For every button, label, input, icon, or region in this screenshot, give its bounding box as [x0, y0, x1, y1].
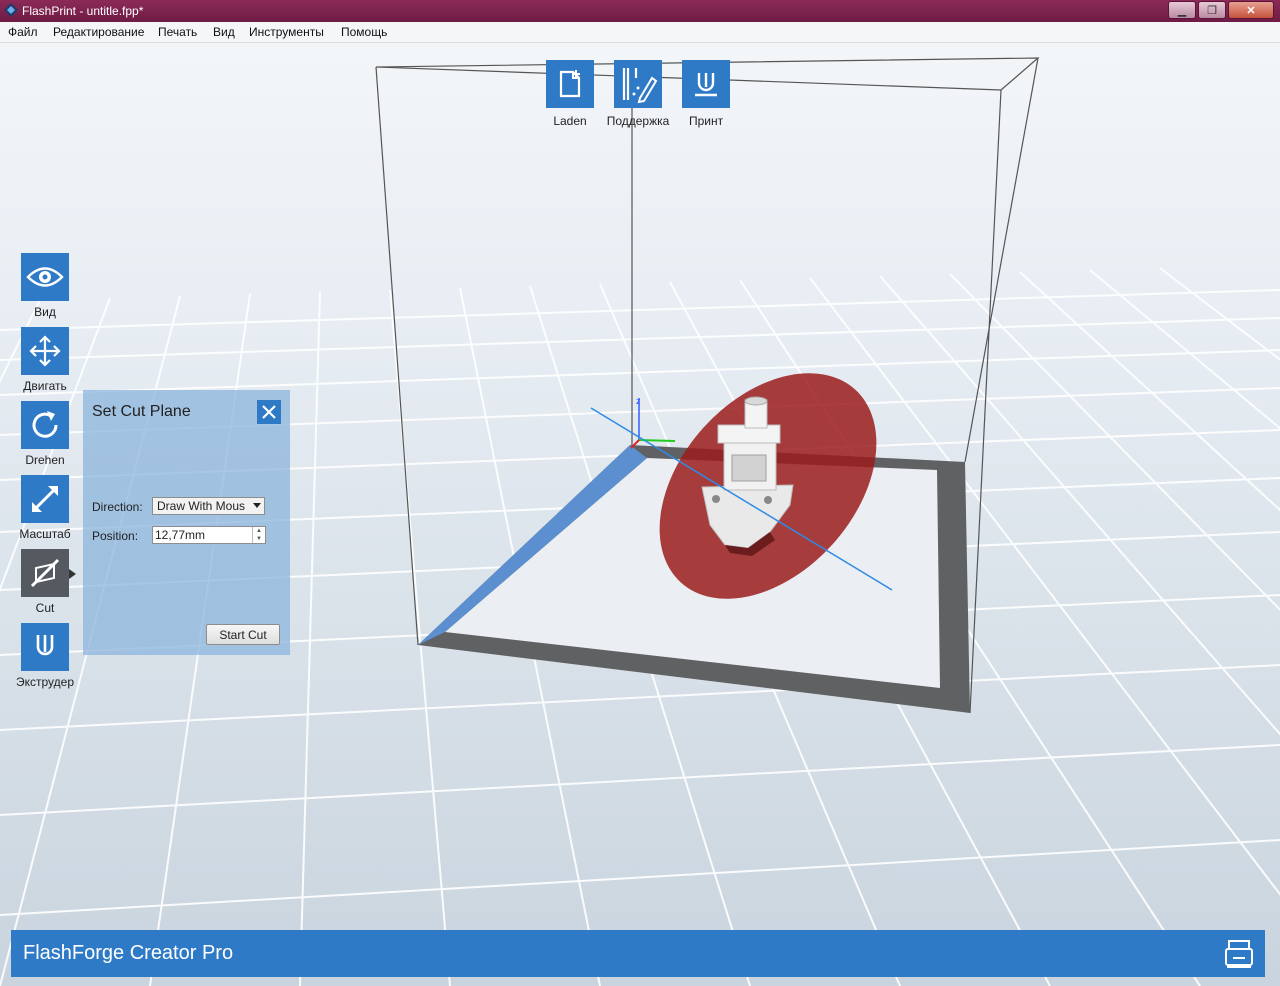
cut-tool[interactable]: Cut — [20, 549, 70, 615]
set-cut-plane-panel: Set Cut Plane Direction: Draw With Mous … — [83, 390, 290, 655]
print-label: Принт — [688, 114, 724, 128]
direction-value: Draw With Mous — [157, 499, 246, 513]
menu-edit[interactable]: Редактирование — [53, 25, 144, 39]
menu-bar: Файл Редактирование Печать Вид Инструмен… — [0, 22, 1280, 43]
close-window-button[interactable]: ✕ — [1228, 1, 1274, 19]
scale-label: Масштаб — [19, 527, 71, 541]
menu-tools[interactable]: Инструменты — [249, 25, 324, 39]
svg-text:z: z — [636, 396, 641, 406]
extruder-button[interactable] — [21, 623, 69, 671]
extruder-label: Экструдер — [16, 675, 74, 689]
3d-viewport[interactable]: z Laden Поддержка Принт Вид Двигать Dreh… — [0, 43, 1280, 986]
support-icon — [622, 68, 658, 104]
extruder-tool[interactable]: Экструдер — [16, 623, 74, 689]
printer-name: FlashForge Creator Pro — [23, 942, 234, 964]
position-stepper[interactable]: 12,77mm ▲ ▼ — [152, 526, 266, 544]
print-icon — [695, 73, 717, 97]
menu-print[interactable]: Печать — [158, 25, 197, 39]
rotate-label: Drehen — [25, 453, 65, 467]
move-icon — [29, 335, 61, 367]
load-label: Laden — [553, 114, 587, 128]
panel-title: Set Cut Plane — [92, 403, 191, 420]
view-button[interactable] — [21, 253, 69, 301]
support-button[interactable] — [614, 60, 662, 108]
panel-close-button[interactable] — [257, 400, 281, 424]
view-tool[interactable]: Вид — [20, 253, 70, 319]
menu-file[interactable]: Файл — [8, 25, 38, 39]
menu-view[interactable]: Вид — [213, 25, 235, 39]
support-tool[interactable]: Поддержка — [603, 60, 673, 128]
start-cut-button[interactable]: Start Cut — [206, 624, 280, 645]
active-tool-indicator-icon — [69, 569, 76, 579]
cut-button[interactable] — [21, 549, 69, 597]
move-label: Двигать — [23, 379, 67, 393]
stepper-arrows-icon[interactable]: ▲ ▼ — [252, 527, 265, 543]
extruder-icon — [36, 635, 54, 656]
scale-tool[interactable]: Масштаб — [19, 475, 71, 541]
view-label: Вид — [34, 305, 56, 319]
cut-label: Cut — [35, 601, 55, 615]
load-tool[interactable]: Laden — [535, 60, 605, 128]
support-label: Поддержка — [606, 114, 670, 128]
print-tool[interactable]: Принт — [671, 60, 741, 128]
scale-button[interactable] — [21, 475, 69, 523]
load-button[interactable] — [546, 60, 594, 108]
menu-help[interactable]: Помощь — [341, 25, 387, 39]
flashprint-logo-icon — [4, 3, 18, 17]
direction-label: Direction: — [92, 500, 143, 514]
chevron-down-icon — [253, 503, 261, 508]
minimize-button[interactable]: ▁ — [1168, 1, 1196, 19]
printer-connection-icon[interactable] — [1223, 938, 1255, 970]
direction-select[interactable]: Draw With Mous — [152, 497, 265, 515]
move-button[interactable] — [21, 327, 69, 375]
cut-icon — [30, 558, 60, 588]
print-button[interactable] — [682, 60, 730, 108]
rotate-button[interactable] — [21, 401, 69, 449]
maximize-button[interactable]: ❐ — [1198, 1, 1226, 19]
position-value: 12,77mm — [155, 528, 206, 542]
rotate-tool[interactable]: Drehen — [20, 401, 70, 467]
move-tool[interactable]: Двигать — [20, 327, 70, 393]
close-icon — [262, 405, 276, 419]
load-file-icon — [559, 70, 581, 98]
window-title: FlashPrint - untitle.fpp* — [22, 4, 144, 18]
eye-icon — [26, 267, 64, 287]
scale-icon — [32, 486, 58, 512]
title-bar: FlashPrint - untitle.fpp* ▁ ❐ ✕ — [0, 0, 1280, 22]
rotate-icon — [32, 411, 58, 438]
status-bar: FlashForge Creator Pro — [11, 930, 1265, 977]
position-label: Position: — [92, 529, 139, 543]
